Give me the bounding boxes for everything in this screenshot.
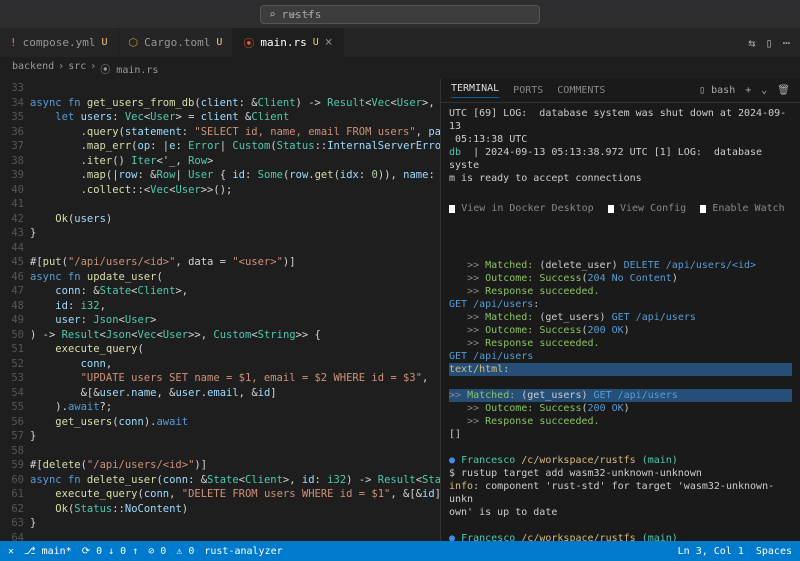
- file-icon: !: [10, 36, 17, 49]
- terminal-link[interactable]: ▾ View Config: [608, 202, 686, 216]
- modified-indicator: U: [101, 37, 107, 48]
- terminal-body[interactable]: UTC [69] LOG: database system was shut d…: [441, 103, 800, 541]
- nav-arrows: ← →: [290, 7, 312, 21]
- back-icon[interactable]: ←: [290, 7, 297, 21]
- breadcrumb-segment[interactable]: ⦿ main.rs: [100, 61, 158, 76]
- tab-Cargo-toml[interactable]: ⬡ Cargo.toml U: [119, 28, 234, 57]
- terminal-panel: TERMINAL PORTS COMMENTS ▯ bash + ⌄ 🗑 UTC […: [440, 79, 800, 541]
- tab-label: Cargo.toml: [144, 36, 210, 49]
- modified-indicator: U: [216, 37, 222, 48]
- breadcrumb-segment[interactable]: backend: [12, 61, 54, 76]
- search-icon: ⌕: [269, 8, 276, 21]
- main-area: 33 34 35 36 37 38 39 40 41 42 43 44 45 4…: [0, 79, 800, 541]
- tab-main-rs[interactable]: ⦿ main.rs U ×: [233, 28, 343, 57]
- terminal-link[interactable]: ▾ Enable Watch: [700, 202, 785, 216]
- code-editor[interactable]: 33 34 35 36 37 38 39 40 41 42 43 44 45 4…: [0, 79, 440, 541]
- panel-tab-ports[interactable]: PORTS: [513, 85, 543, 96]
- status-item[interactable]: Spaces: [756, 546, 792, 557]
- forward-icon[interactable]: →: [305, 7, 312, 21]
- status-item[interactable]: ⟳ 0 ↓ 0 ↑: [82, 546, 139, 557]
- terminal-dropdown-icon[interactable]: ⌄: [761, 85, 767, 96]
- status-item[interactable]: ⎇ main*: [24, 546, 72, 557]
- file-icon: ⬡: [129, 36, 139, 49]
- status-item[interactable]: Ln 3, Col 1: [678, 546, 744, 557]
- panel-tab-comments[interactable]: COMMENTS: [557, 85, 605, 96]
- status-item[interactable]: ⚠ 0: [176, 546, 194, 557]
- close-icon[interactable]: ×: [325, 35, 333, 50]
- title-bar: ← → ⌕ rustfs: [0, 0, 800, 28]
- breadcrumb-segment[interactable]: src: [68, 61, 86, 76]
- file-icon: ⦿: [243, 35, 254, 51]
- panel-tab-terminal[interactable]: TERMINAL: [451, 83, 499, 98]
- compare-icon[interactable]: ⇆: [748, 36, 755, 50]
- modified-indicator: U: [313, 37, 319, 48]
- status-item[interactable]: ⊘ 0: [148, 546, 166, 557]
- shell-picker[interactable]: ▯ bash: [699, 85, 735, 96]
- status-item[interactable]: rust-analyzer: [204, 546, 282, 557]
- terminal-actions: ▯ bash + ⌄ 🗑: [699, 85, 790, 96]
- more-icon[interactable]: ⋯: [783, 36, 790, 50]
- breadcrumb[interactable]: backend › src › ⦿ main.rs: [0, 58, 800, 79]
- panel-tabs: TERMINAL PORTS COMMENTS ▯ bash + ⌄ 🗑: [441, 79, 800, 103]
- tab-label: main.rs: [260, 36, 306, 49]
- tab-actions: ⇆ ▯ ⋯: [748, 28, 800, 57]
- line-gutter: 33 34 35 36 37 38 39 40 41 42 43 44 45 4…: [0, 79, 30, 541]
- tab-compose-yml[interactable]: ! compose.yml U: [0, 28, 119, 57]
- editor-tabs: ! compose.yml U ⬡ Cargo.toml U ⦿ main.rs U × ⇆ ▯ …: [0, 28, 800, 58]
- tab-label: compose.yml: [23, 36, 96, 49]
- terminal-link[interactable]: ▾ View in Docker Desktop: [449, 202, 594, 216]
- status-bar: ✕ ⎇ main* ⟳ 0 ↓ 0 ↑ ⊘ 0 ⚠ 0 rust-analyzer Ln …: [0, 541, 800, 561]
- new-terminal-icon[interactable]: +: [745, 85, 751, 96]
- split-icon[interactable]: ▯: [766, 36, 773, 50]
- kill-terminal-icon[interactable]: 🗑: [777, 85, 790, 96]
- code-content[interactable]: async fn get_users_from_db(client: &Clie…: [30, 79, 440, 541]
- status-item[interactable]: ✕: [8, 546, 14, 557]
